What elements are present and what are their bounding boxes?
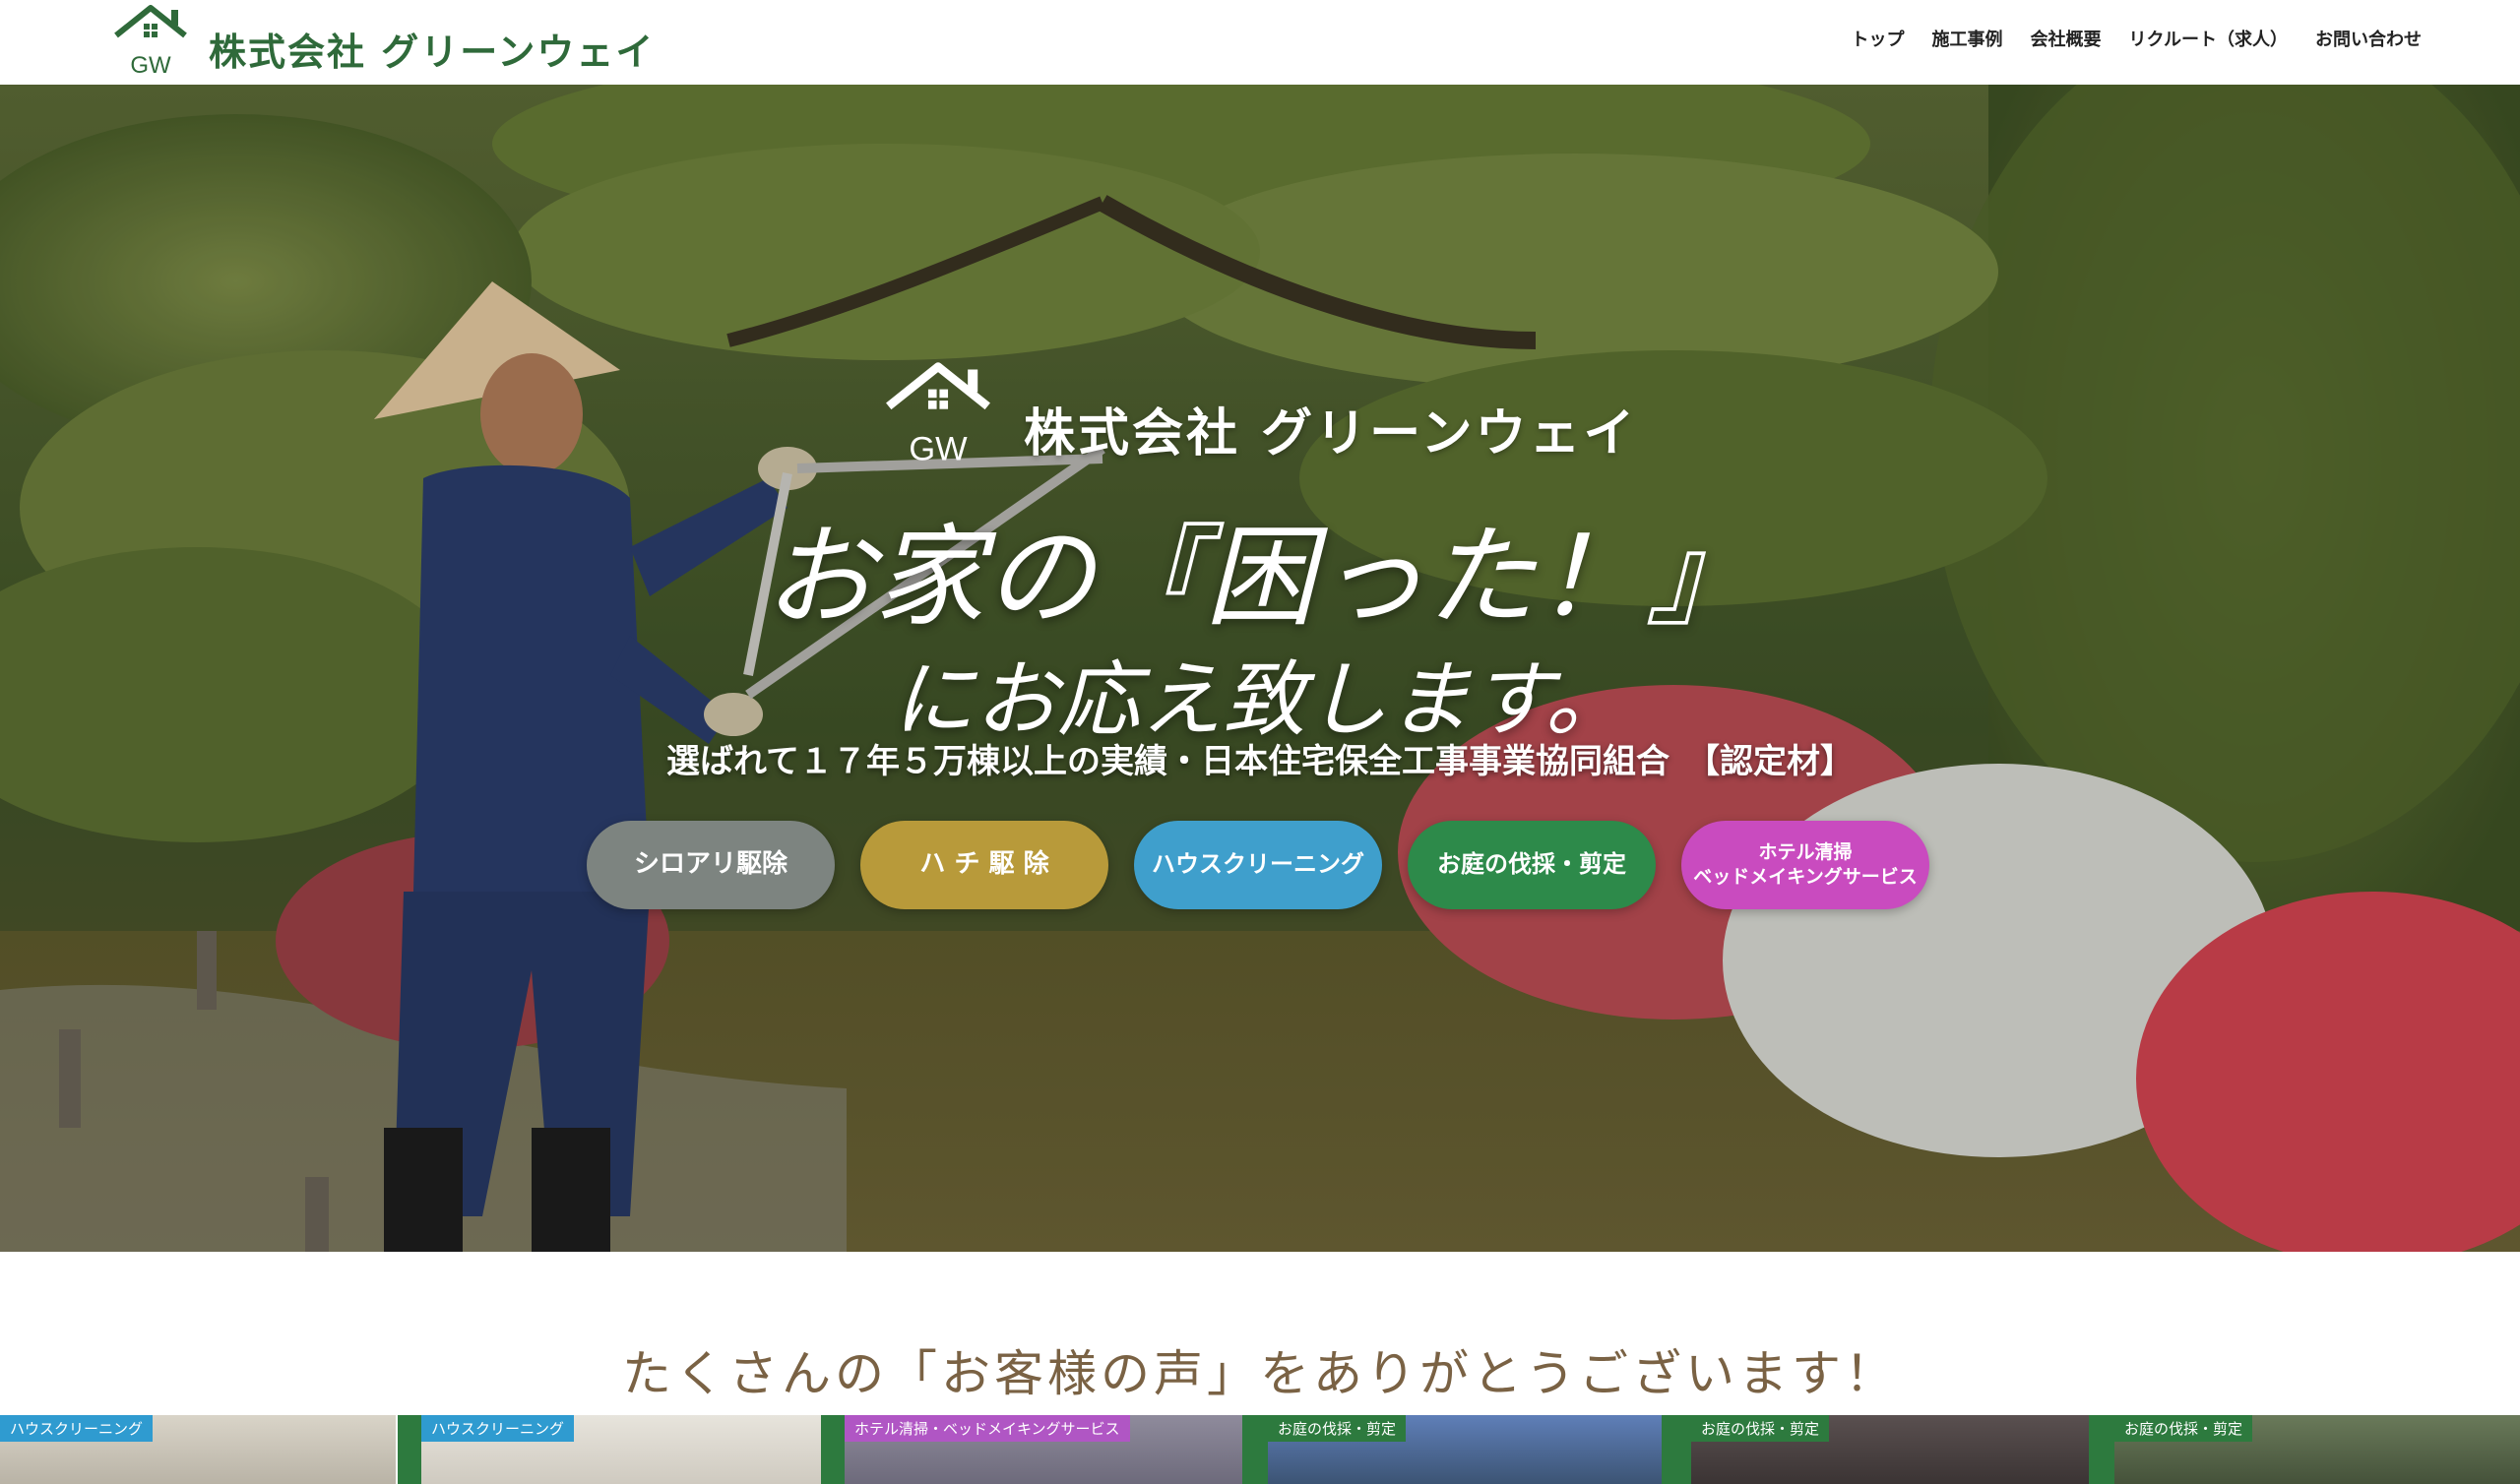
voice-card[interactable]: お庭の伐採・剪定 [1268,1415,1662,1484]
hero-headline-1: お家の『困った！』 [764,514,1756,642]
card-tag: お庭の伐採・剪定 [1691,1415,1830,1442]
card-divider [2089,1415,2114,1484]
card-tag: お庭の伐採・剪定 [1268,1415,1407,1442]
nav-top[interactable]: トップ [1852,26,1905,51]
voices-title: たくさんの「お客様の声」をありがとうございます！ [622,1345,1898,1402]
service-garden-button[interactable]: お庭の伐採・剪定 [1408,821,1656,909]
card-tag: ホテル清掃・ベッドメイキングサービス [845,1415,1130,1442]
voice-card[interactable]: お庭の伐採・剪定 [2114,1415,2520,1484]
service-house-cleaning-button[interactable]: ハウスクリーニング [1134,821,1382,909]
card-divider [1662,1415,1691,1484]
card-tag: お庭の伐採・剪定 [2114,1415,2253,1442]
main-nav: トップ 施工事例 会社概要 リクルート（求人） お問い合わせ [1852,26,2422,51]
hero-brand: 株式会社 グリーンウェイ [1024,404,1638,464]
card-divider [821,1415,847,1484]
logo-text: GW [130,52,171,79]
voice-card[interactable]: ハウスクリーニング [421,1415,821,1484]
nav-works[interactable]: 施工事例 [1932,26,2003,51]
voice-card[interactable]: ハウスクリーニング [0,1415,396,1484]
hero-section: GW 株式会社 グリーンウェイ お家の『困った！』 にお応え致します。 選ばれて… [0,85,2520,1252]
card-divider [1242,1415,1268,1484]
service-termite-button[interactable]: シロアリ駆除 [587,821,835,909]
house-logo-icon[interactable]: GW [110,2,191,79]
nav-company[interactable]: 会社概要 [2031,26,2102,51]
service-bee-button[interactable]: ハ チ 駆 除 [860,821,1108,909]
hero-logo-text: GW [909,430,968,467]
voice-cards: ハウスクリーニング ハウスクリーニング ホテル清掃・ベッドメイキングサービス お… [0,1415,2520,1484]
hero-house-logo-icon: GW [886,362,990,467]
service-hotel-cleaning-button[interactable]: ホテル清掃 ベッドメイキングサービス [1681,821,1929,909]
site-brand[interactable]: 株式会社 グリーンウェイ [209,22,655,76]
nav-recruit[interactable]: リクルート（求人） [2129,26,2288,51]
voice-card[interactable]: ホテル清掃・ベッドメイキングサービス [845,1415,1242,1484]
service-buttons: シロアリ駆除 ハ チ 駆 除 ハウスクリーニング お庭の伐採・剪定 ホテル清掃 … [587,821,1929,909]
hero-subline: 選ばれて１７年５万棟以上の実績・日本住宅保全工事事業協同組合 【認定材】 [666,742,1854,781]
site-header: GW 株式会社 グリーンウェイ トップ 施工事例 会社概要 リクルート（求人） … [0,0,2520,85]
voice-card[interactable]: お庭の伐採・剪定 [1691,1415,2089,1484]
card-tag: ハウスクリーニング [421,1415,575,1442]
nav-contact[interactable]: お問い合わせ [2315,26,2422,51]
card-tag: ハウスクリーニング [0,1415,154,1442]
